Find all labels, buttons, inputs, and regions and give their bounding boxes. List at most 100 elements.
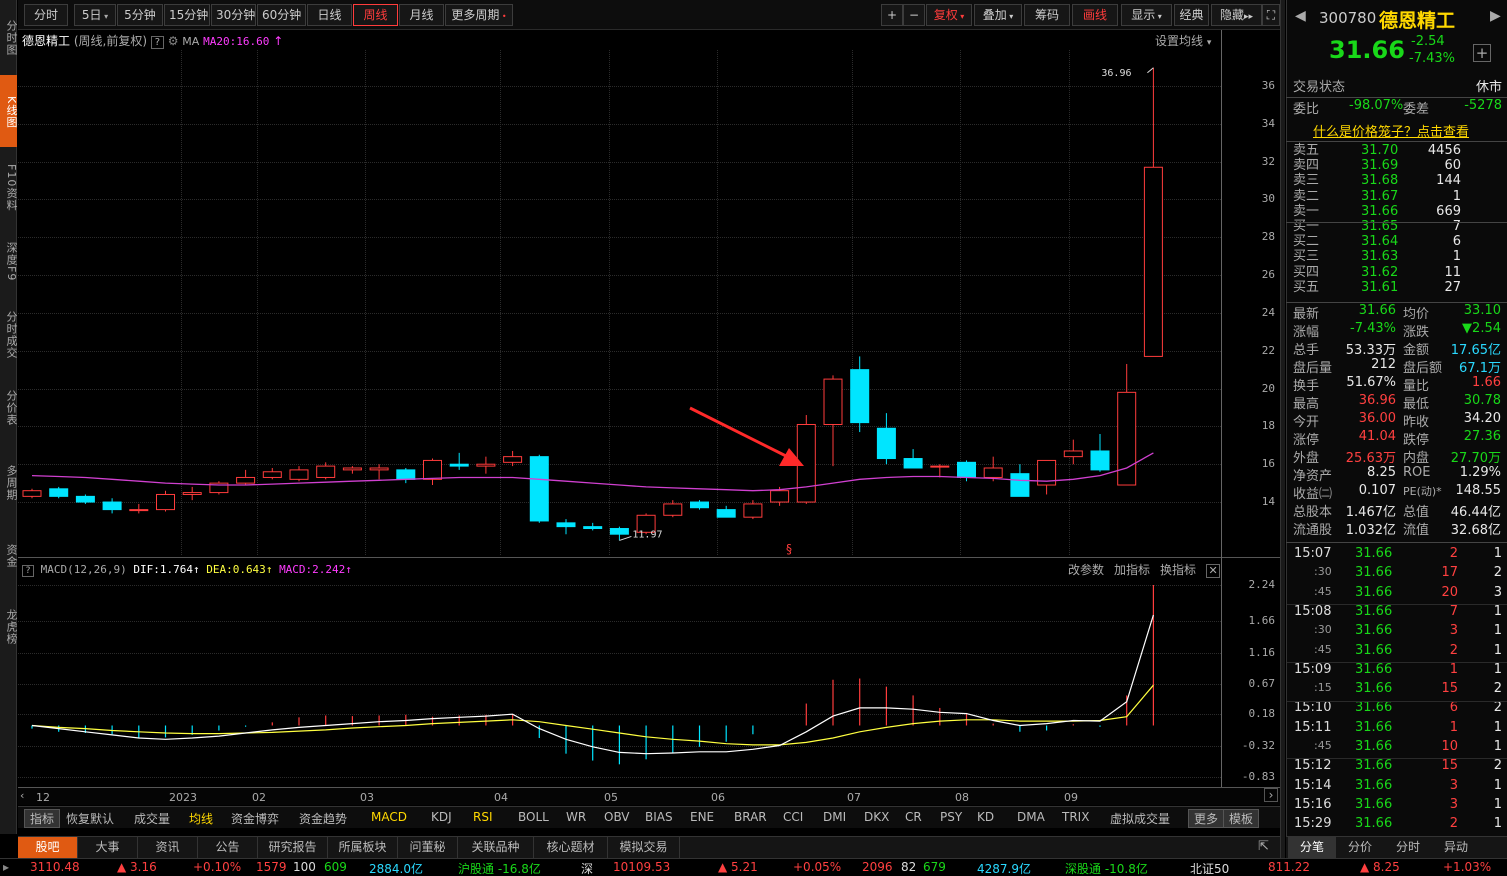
bid-row[interactable]: 买五 31.61 27	[1287, 280, 1507, 295]
next-stock-icon[interactable]: ▶	[1490, 8, 1501, 24]
tick-count: 1	[1493, 777, 1502, 793]
candle	[22, 488, 42, 499]
indicator-tab-14[interactable]: BRAR	[734, 810, 767, 824]
candle-body	[850, 369, 870, 424]
bottom-nav-item-2[interactable]: 资讯	[138, 837, 198, 859]
indicator-tab-1[interactable]: 恢复默认	[66, 810, 114, 827]
tick-volume: 3	[1449, 796, 1458, 812]
indicator-tab-8[interactable]: RSI	[473, 810, 493, 824]
indicator-tab-25[interactable]: 模板	[1223, 809, 1260, 828]
indicator-tab-18[interactable]: CR	[905, 810, 922, 824]
tick-volume: 17	[1441, 565, 1458, 581]
indicator-tab-12[interactable]: BIAS	[645, 810, 673, 824]
price-tick: 34	[1261, 116, 1275, 130]
ask-row[interactable]: 卖一 31.66 669	[1287, 204, 1507, 219]
bottom-nav-item-6[interactable]: 问董秘	[398, 837, 458, 859]
indicator-tab-2[interactable]: 成交量	[134, 810, 170, 827]
time-tick: 07	[847, 791, 861, 804]
indicator-tab-5[interactable]: 资金趋势	[299, 810, 347, 827]
book-level-label: 买三	[1293, 249, 1320, 265]
indicator-tab-9[interactable]: BOLL	[518, 810, 549, 824]
add-favorite-button[interactable]: +	[1473, 44, 1491, 62]
scroll-left-icon[interactable]: ‹	[20, 789, 24, 802]
indicator-tab-0[interactable]: 指标	[24, 809, 61, 828]
status-menu-icon[interactable]: ▸	[3, 860, 9, 874]
tick-price: 31.66	[1355, 739, 1393, 754]
event-marker[interactable]: §	[786, 542, 792, 556]
book-volume: 4456	[1427, 143, 1461, 158]
indicator-tab-17[interactable]: DKX	[864, 810, 889, 824]
tick-count: 1	[1493, 719, 1502, 735]
indicator-tab-6[interactable]: MACD	[371, 810, 407, 824]
stat-value: -7.43%	[1350, 321, 1396, 336]
candle	[129, 503, 149, 514]
ask-row[interactable]: 卖四 31.69 60	[1287, 158, 1507, 173]
tick-separator	[1287, 701, 1507, 702]
stat-row: 最高 36.96 最低 30.78	[1287, 393, 1507, 412]
macd-tick: 0.18	[1248, 707, 1276, 721]
indicator-tab-22[interactable]: TRIX	[1062, 810, 1089, 824]
bottom-nav-item-5[interactable]: 所属板块	[328, 837, 398, 859]
indicator-tab-11[interactable]: OBV	[604, 810, 630, 824]
tick-price: 31.66	[1355, 661, 1393, 677]
bottom-nav-item-9[interactable]: 模拟交易	[608, 837, 680, 859]
status-bz-change: ▲ 8.25	[1360, 860, 1400, 874]
tick-tab-0[interactable]: 分笔	[1288, 837, 1336, 859]
candle	[876, 413, 896, 465]
dea-label: DEA:0.643	[206, 563, 266, 576]
bottom-nav-item-4[interactable]: 研究报告	[258, 837, 328, 859]
book-price: 31.68	[1361, 173, 1399, 189]
candle	[903, 449, 923, 469]
indicator-tab-21[interactable]: DMA	[1017, 810, 1045, 824]
tick-volume: 15	[1441, 681, 1458, 697]
indicator-tab-23[interactable]: 虚拟成交量	[1110, 810, 1170, 827]
candle-body	[743, 503, 763, 518]
indicator-tab-4[interactable]: 资金博弈	[231, 810, 279, 827]
ask-row[interactable]: 卖五 31.70 4456	[1287, 143, 1507, 158]
bottom-nav-item-7[interactable]: 关联品种	[458, 837, 534, 859]
prev-stock-icon[interactable]: ◀	[1295, 8, 1306, 24]
bottom-nav-item-3[interactable]: 公告	[198, 837, 258, 859]
tick-tab-3[interactable]: 异动	[1432, 837, 1480, 859]
book-level-label: 买五	[1293, 279, 1320, 295]
indicator-tab-7[interactable]: KDJ	[431, 810, 452, 824]
price-change: -2.54	[1411, 34, 1445, 49]
ask-row[interactable]: 卖二 31.67 1	[1287, 189, 1507, 204]
bottom-nav-item-8[interactable]: 核心题材	[534, 837, 608, 859]
tick-tab-2[interactable]: 分时	[1384, 837, 1432, 859]
tick-price: 31.66	[1355, 758, 1393, 774]
macd-panel-button-2[interactable]: 换指标	[1160, 563, 1196, 577]
book-level-label: 卖三	[1293, 173, 1320, 189]
indicator-tab-19[interactable]: PSY	[940, 810, 962, 824]
tick-tab-1[interactable]: 分价	[1336, 837, 1384, 859]
help-icon[interactable]: ?	[22, 565, 34, 577]
tick-time: :30	[1314, 623, 1332, 637]
candle-body	[690, 501, 709, 509]
order-diff-label: 委差	[1403, 102, 1430, 117]
expand-panel-icon[interactable]: ⇱	[1258, 839, 1269, 854]
indicator-tab-10[interactable]: WR	[566, 810, 586, 824]
indicator-tab-20[interactable]: KD	[977, 810, 994, 824]
price-cage-link[interactable]: 什么是价格笼子？点击查看	[1313, 121, 1469, 140]
candle	[743, 500, 763, 520]
bid-row[interactable]: 买二 31.64 6	[1287, 234, 1507, 249]
indicator-tab-24[interactable]: 更多	[1188, 809, 1225, 828]
indicator-tab-15[interactable]: CCI	[783, 810, 803, 824]
bid-row[interactable]: 买四 31.62 11	[1287, 265, 1507, 280]
tick-price: 31.66	[1355, 642, 1393, 658]
indicator-tab-16[interactable]: DMI	[823, 810, 846, 824]
macd-panel-button-1[interactable]: 加指标	[1114, 563, 1150, 577]
candle	[583, 522, 603, 531]
candle	[75, 494, 95, 504]
indicator-tab-3[interactable]: 均线	[189, 810, 213, 827]
bid-row[interactable]: 买三 31.63 1	[1287, 249, 1507, 264]
bottom-nav-item-1[interactable]: 大事	[78, 837, 138, 859]
market-status-bar: 3110.48 ▲ 3.16 +0.10% 1579 100 609 2884.0亿 沪股通 …	[0, 858, 1507, 876]
indicator-tab-13[interactable]: ENE	[690, 810, 714, 824]
candle	[182, 486, 202, 501]
scroll-right-icon[interactable]: ›	[1264, 788, 1278, 802]
bottom-nav-item-0[interactable]: 股吧	[18, 837, 78, 859]
close-icon[interactable]: ✕	[1206, 564, 1221, 578]
ask-row[interactable]: 卖三 31.68 144	[1287, 173, 1507, 188]
macd-panel-button-0[interactable]: 改参数	[1068, 563, 1104, 577]
